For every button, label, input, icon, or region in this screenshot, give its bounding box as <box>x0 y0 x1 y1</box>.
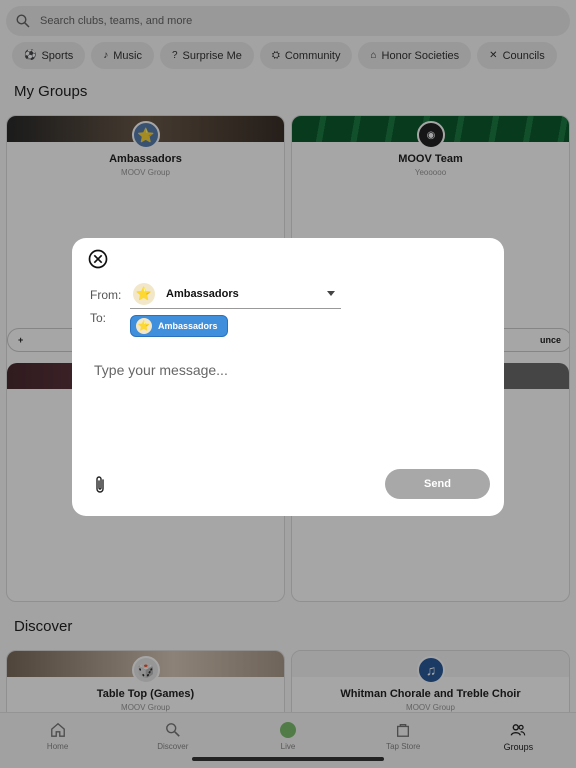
star-avatar: ⭐ <box>136 318 152 334</box>
from-select-value: Ambassadors <box>166 288 239 300</box>
from-label: From: <box>90 288 122 302</box>
to-label: To: <box>90 311 107 325</box>
recipient-chip-label: Ambassadors <box>158 321 218 331</box>
close-button[interactable] <box>88 249 108 269</box>
send-button[interactable]: Send <box>385 469 490 499</box>
message-input[interactable] <box>94 362 484 452</box>
compose-message-modal: From: ⭐ Ambassadors To: ⭐ Ambassadors Se… <box>72 238 504 516</box>
caret-down-icon <box>327 291 335 296</box>
recipient-chip[interactable]: ⭐ Ambassadors <box>130 315 228 337</box>
attach-button[interactable] <box>92 474 108 496</box>
paperclip-icon <box>96 476 104 493</box>
star-avatar: ⭐ <box>133 283 155 305</box>
home-indicator <box>192 757 384 761</box>
from-select[interactable]: ⭐ Ambassadors <box>130 280 341 309</box>
close-icon <box>88 249 108 269</box>
